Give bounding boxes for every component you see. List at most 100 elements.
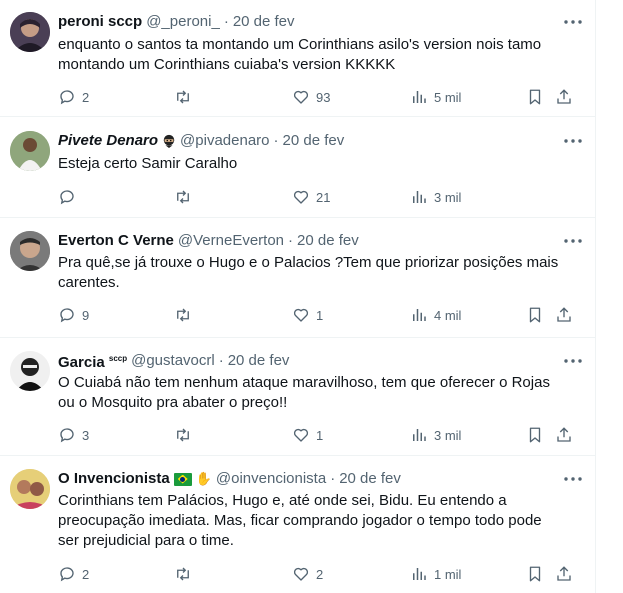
reply-icon <box>60 567 74 582</box>
brazil-flag-icon <box>173 472 192 486</box>
tweet-header: O Invencionista ✋ @oinvencionista · 20 d… <box>58 469 555 489</box>
timeline: peroni sccp @_peroni_ · 20 de fev enquan… <box>0 0 596 593</box>
tweet-text: Corinthians tem Palácios, Hugo e, até on… <box>58 491 559 551</box>
retweet-button[interactable] <box>174 86 198 108</box>
action-bar: 2 2 1 mil <box>50 563 585 585</box>
views-button[interactable]: 5 mil <box>410 86 461 108</box>
share-button[interactable] <box>555 563 573 585</box>
bookmark-button[interactable] <box>526 304 544 326</box>
display-name[interactable]: O Invencionista <box>58 469 170 489</box>
tweet-date[interactable]: 20 de fev <box>283 131 345 151</box>
bookmark-button[interactable] <box>526 86 544 108</box>
retweet-icon <box>177 308 189 322</box>
like-count: 93 <box>316 89 331 105</box>
action-bar: 9 1 4 mil <box>50 304 585 326</box>
tweet[interactable]: peroni sccp @_peroni_ · 20 de fev enquan… <box>0 0 595 117</box>
tweet-header: Pivete Denaro @pivadenaro · 20 de fev <box>58 131 555 151</box>
tweet[interactable]: Everton C Verne @VerneEverton · 20 de fe… <box>0 218 595 338</box>
like-button[interactable]: 1 <box>292 424 323 446</box>
views-button[interactable]: 4 mil <box>410 304 461 326</box>
like-icon <box>293 90 309 104</box>
views-icon <box>413 429 426 441</box>
action-bar: 21 3 mil <box>50 186 585 208</box>
separator: · <box>218 352 224 369</box>
avatar[interactable] <box>10 231 50 271</box>
retweet-button[interactable] <box>174 186 198 208</box>
user-handle[interactable]: @pivadenaro <box>180 131 269 151</box>
reply-button[interactable]: 2 <box>58 86 89 108</box>
views-button[interactable]: 3 mil <box>410 186 461 208</box>
views-button[interactable]: 3 mil <box>410 424 461 446</box>
bookmark-button[interactable] <box>526 563 544 585</box>
tweet-date[interactable]: 20 de fev <box>233 12 295 32</box>
like-icon <box>293 190 309 204</box>
tweet-date[interactable]: 20 de fev <box>297 231 359 251</box>
user-handle[interactable]: @VerneEverton <box>178 231 284 251</box>
more-icon[interactable] <box>561 12 585 32</box>
tweet-header: Garcia sccp @gustavocrl · 20 de fev <box>58 351 555 371</box>
bookmark-icon <box>529 89 541 105</box>
tweet[interactable]: O Invencionista ✋ @oinvencionista · 20 d… <box>0 456 595 593</box>
views-button[interactable]: 1 mil <box>410 563 461 585</box>
retweet-button[interactable] <box>174 563 198 585</box>
separator: · <box>330 470 336 487</box>
tweet-text-line: preocupação imediata. Mas, ficar compran… <box>58 512 542 529</box>
bookmark-icon <box>529 566 541 582</box>
tweet[interactable]: Garcia sccp @gustavocrl · 20 de fev O Cu… <box>0 338 595 456</box>
avatar[interactable] <box>10 351 50 391</box>
retweet-icon <box>177 567 189 581</box>
avatar[interactable] <box>10 469 50 509</box>
share-button[interactable] <box>555 86 573 108</box>
name-badge: sccp <box>108 354 128 363</box>
reply-button[interactable]: 3 <box>58 424 89 446</box>
reply-icon <box>60 90 74 105</box>
share-button[interactable] <box>555 304 573 326</box>
retweet-icon <box>177 90 189 104</box>
like-button[interactable]: 21 <box>292 186 330 208</box>
tweet-date[interactable]: 20 de fev <box>339 469 401 489</box>
tweet-text-line: ser prejudicial para o time. <box>58 532 234 549</box>
avatar[interactable] <box>10 12 50 52</box>
bookmark-button[interactable] <box>526 424 544 446</box>
reply-icon <box>60 308 74 323</box>
more-icon[interactable] <box>561 469 585 489</box>
display-name[interactable]: Garcia sccp <box>58 349 127 373</box>
user-handle[interactable]: @_peroni_ <box>146 12 220 32</box>
share-icon <box>557 427 571 442</box>
display-name[interactable]: peroni sccp <box>58 12 142 32</box>
tweet-text: enquanto o santos ta montando um Corinth… <box>58 35 559 75</box>
reply-button[interactable]: 2 <box>58 563 89 585</box>
retweet-button[interactable] <box>174 304 198 326</box>
like-icon <box>293 567 309 581</box>
avatar[interactable] <box>10 131 50 171</box>
display-name[interactable]: Everton C Verne <box>58 231 174 251</box>
reply-button[interactable]: 9 <box>58 304 89 326</box>
like-button[interactable]: 1 <box>292 304 323 326</box>
user-handle[interactable]: @oinvencionista <box>216 469 326 489</box>
retweet-icon <box>177 190 189 204</box>
ninja-icon <box>163 134 175 148</box>
reply-count: 3 <box>82 427 90 443</box>
hand-icon: ✋ <box>195 471 212 486</box>
more-icon[interactable] <box>561 231 585 251</box>
more-icon[interactable] <box>561 131 585 151</box>
reply-icon <box>60 428 74 443</box>
reply-button[interactable] <box>58 186 82 208</box>
retweet-icon <box>177 428 189 442</box>
share-icon <box>557 307 571 322</box>
views-count: 1 mil <box>434 566 462 582</box>
display-name-text: Garcia <box>58 354 105 371</box>
share-icon <box>557 89 571 104</box>
tweet[interactable]: Pivete Denaro @pivadenaro · 20 de fev Es… <box>0 117 595 218</box>
more-icon[interactable] <box>561 351 585 371</box>
share-button[interactable] <box>555 424 573 446</box>
like-button[interactable]: 2 <box>292 563 323 585</box>
retweet-button[interactable] <box>174 424 198 446</box>
tweet-text-line: Pra quê,se já trouxe o Hugo e o Palacios… <box>58 254 559 271</box>
user-handle[interactable]: @gustavocrl <box>131 351 215 371</box>
display-name[interactable]: Pivete Denaro <box>58 131 158 151</box>
like-button[interactable]: 93 <box>292 86 330 108</box>
tweet-text-line: carentes. <box>58 274 120 291</box>
tweet-date[interactable]: 20 de fev <box>228 351 290 371</box>
share-icon <box>557 566 571 581</box>
